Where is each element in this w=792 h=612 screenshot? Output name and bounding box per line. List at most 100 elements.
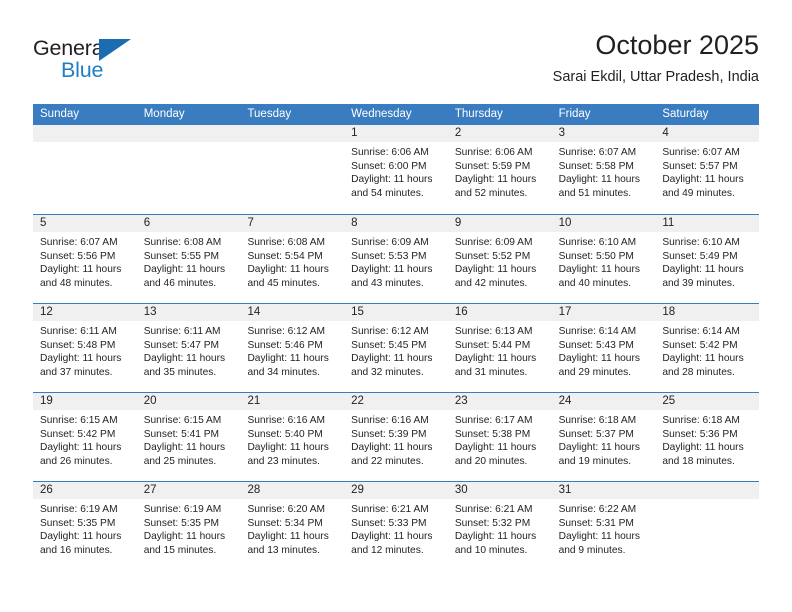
daylight-text-line2: and 37 minutes. [40, 366, 113, 378]
day-number: 25 [655, 393, 760, 410]
day-number: 19 [33, 393, 137, 410]
day-details: Sunrise: 6:08 AM Sunset: 5:55 PM Daylight:… [137, 232, 241, 290]
sunrise-text: Sunrise: 6:22 AM [558, 504, 637, 515]
sunset-text: Sunset: 5:36 PM [662, 428, 738, 440]
sunrise-text: Sunrise: 6:10 AM [662, 237, 740, 248]
sunrise-text: Sunrise: 6:08 AM [143, 237, 222, 248]
calendar-weeks: 1 Sunrise: 6:06 AM Sunset: 6:00 PM Daylight… [33, 125, 760, 570]
general-blue-logo[interactable]: General Blue [33, 32, 223, 90]
calendar-day-cell[interactable]: 28 Sunrise: 6:20 AM Sunset: 5:34 PM Dayligh… [240, 482, 345, 570]
calendar-day-cell[interactable]: 26 Sunrise: 6:19 AM Sunset: 5:35 PM Dayligh… [33, 482, 137, 570]
calendar-day-cell[interactable]: 29 Sunrise: 6:21 AM Sunset: 5:33 PM Dayligh… [344, 482, 448, 570]
sunrise-text: Sunrise: 6:15 AM [143, 415, 222, 426]
calendar-day-cell[interactable]: 11 Sunrise: 6:10 AM Sunset: 5:49 PM Dayligh… [655, 215, 760, 303]
daylight-text-line2: and 35 minutes. [143, 366, 217, 378]
day-details: Sunrise: 6:06 AM Sunset: 5:59 PM Daylight:… [448, 142, 552, 200]
sunrise-text: Sunrise: 6:16 AM [247, 415, 326, 426]
page-header: General Blue October 2025 Sarai Ekdil, U… [33, 28, 759, 98]
daylight-text-line2: and 51 minutes. [558, 187, 632, 199]
sunset-text: Sunset: 5:47 PM [143, 339, 220, 351]
calendar-day-cell[interactable]: 4 Sunrise: 6:07 AM Sunset: 5:57 PM Daylight… [655, 125, 760, 214]
weekday-header-sunday: Sunday [40, 108, 80, 120]
daylight-text-line2: and 48 minutes. [40, 277, 113, 289]
page-subtitle: Sarai Ekdil, Uttar Pradesh, India [552, 69, 759, 85]
sunset-text: Sunset: 5:35 PM [143, 517, 220, 529]
day-number: 7 [240, 215, 345, 232]
daylight-text-line2: and 32 minutes. [351, 366, 424, 378]
calendar-week-row: 19 Sunrise: 6:15 AM Sunset: 5:42 PM Dayligh… [33, 392, 760, 481]
daylight-text-line2: and 29 minutes. [558, 366, 632, 378]
calendar-day-cell[interactable]: 30 Sunrise: 6:21 AM Sunset: 5:32 PM Dayligh… [447, 482, 552, 570]
weekday-header-row: Sunday Monday Tuesday Wednesday Thursday Frid… [33, 104, 759, 125]
calendar-day-cell[interactable]: 8 Sunrise: 6:09 AM Sunset: 5:53 PM Daylight… [344, 215, 448, 303]
calendar-day-cell[interactable]: 23 Sunrise: 6:17 AM Sunset: 5:38 PM Dayligh… [447, 393, 552, 481]
day-details: Sunrise: 6:08 AM Sunset: 5:54 PM Daylight:… [240, 232, 344, 290]
daylight-text-line2: and 15 minutes. [143, 544, 217, 556]
calendar-day-cell[interactable]: 16 Sunrise: 6:13 AM Sunset: 5:44 PM Dayligh… [447, 304, 552, 392]
daylight-text-line1: Daylight: 11 hours [454, 264, 537, 276]
daylight-text-line2: and 28 minutes. [662, 366, 735, 378]
daylight-text-line1: Daylight: 11 hours [143, 442, 226, 454]
calendar-day-cell[interactable]: 14 Sunrise: 6:12 AM Sunset: 5:46 PM Dayligh… [240, 304, 345, 392]
calendar-day-cell[interactable]: 31 Sunrise: 6:22 AM Sunset: 5:31 PM Dayligh… [551, 482, 656, 570]
daylight-text-line1: Daylight: 11 hours [454, 531, 537, 543]
day-number: 16 [447, 304, 552, 321]
calendar-day-cell[interactable]: 2 Sunrise: 6:06 AM Sunset: 5:59 PM Daylight… [447, 125, 552, 214]
day-details: Sunrise: 6:16 AM Sunset: 5:40 PM Daylight:… [240, 410, 344, 468]
sunrise-text: Sunrise: 6:07 AM [40, 237, 118, 248]
day-details: Sunrise: 6:07 AM Sunset: 5:57 PM Daylight:… [655, 142, 759, 200]
calendar-week-row: 1 Sunrise: 6:06 AM Sunset: 6:00 PM Daylight… [33, 125, 760, 214]
calendar-day-cell[interactable]: 25 Sunrise: 6:18 AM Sunset: 5:36 PM Dayligh… [655, 393, 760, 481]
calendar-day-cell[interactable]: 19 Sunrise: 6:15 AM Sunset: 5:42 PM Dayligh… [33, 393, 137, 481]
calendar-day-cell[interactable]: 13 Sunrise: 6:11 AM Sunset: 5:47 PM Dayligh… [136, 304, 241, 392]
daylight-text-line2: and 43 minutes. [351, 277, 424, 289]
day-details: Sunrise: 6:18 AM Sunset: 5:36 PM Daylight:… [655, 410, 759, 468]
calendar-day-cell[interactable]: 24 Sunrise: 6:18 AM Sunset: 5:37 PM Dayligh… [551, 393, 656, 481]
calendar-day-cell[interactable]: 9 Sunrise: 6:09 AM Sunset: 5:52 PM Daylight… [447, 215, 552, 303]
calendar-day-cell[interactable]: 7 Sunrise: 6:08 AM Sunset: 5:54 PM Daylight… [240, 215, 345, 303]
calendar-day-cell[interactable]: 15 Sunrise: 6:12 AM Sunset: 5:45 PM Dayligh… [344, 304, 448, 392]
sunrise-text: Sunrise: 6:19 AM [40, 504, 118, 515]
sunset-text: Sunset: 5:53 PM [351, 250, 427, 262]
sunrise-text: Sunrise: 6:20 AM [247, 504, 326, 515]
weekday-header-saturday: Saturday [662, 108, 709, 120]
daylight-text-line1: Daylight: 11 hours [40, 353, 122, 365]
calendar-day-cell[interactable]: 17 Sunrise: 6:14 AM Sunset: 5:43 PM Dayligh… [551, 304, 656, 392]
calendar-day-cell[interactable]: 20 Sunrise: 6:15 AM Sunset: 5:41 PM Dayligh… [136, 393, 241, 481]
sunrise-text: Sunrise: 6:18 AM [558, 415, 637, 426]
sunset-text: Sunset: 5:44 PM [454, 339, 531, 351]
calendar-day-cell[interactable]: 5 Sunrise: 6:07 AM Sunset: 5:56 PM Daylight… [33, 215, 137, 303]
sunrise-text: Sunrise: 6:07 AM [662, 147, 740, 158]
calendar-day-cell[interactable]: 1 Sunrise: 6:06 AM Sunset: 6:00 PM Daylight… [344, 125, 448, 214]
page-title: October 2025 [595, 30, 759, 60]
calendar-day-cell[interactable]: 6 Sunrise: 6:08 AM Sunset: 5:55 PM Daylight… [136, 215, 241, 303]
sunset-text: Sunset: 5:35 PM [40, 517, 116, 529]
daylight-text-line1: Daylight: 11 hours [662, 353, 744, 365]
day-details: Sunrise: 6:21 AM Sunset: 5:32 PM Daylight:… [448, 499, 552, 557]
day-details: Sunrise: 6:18 AM Sunset: 5:37 PM Daylight:… [552, 410, 656, 468]
day-number: 20 [136, 393, 241, 410]
daylight-text-line2: and 31 minutes. [454, 366, 528, 378]
day-number: 4 [655, 125, 760, 142]
day-details: Sunrise: 6:11 AM Sunset: 5:47 PM Daylight:… [137, 321, 241, 379]
calendar-grid: Sunday Monday Tuesday Wednesday Thursday Frid… [33, 104, 760, 570]
daylight-text-line2: and 22 minutes. [351, 455, 424, 467]
day-number: 31 [551, 482, 656, 499]
day-number: 27 [136, 482, 241, 499]
day-number [33, 125, 137, 142]
calendar-day-cell[interactable]: 22 Sunrise: 6:16 AM Sunset: 5:39 PM Dayligh… [344, 393, 448, 481]
day-number: 30 [447, 482, 552, 499]
day-number: 14 [240, 304, 345, 321]
daylight-text-line1: Daylight: 11 hours [40, 264, 122, 276]
calendar-day-cell[interactable]: 27 Sunrise: 6:19 AM Sunset: 5:35 PM Dayligh… [136, 482, 241, 570]
calendar-day-cell[interactable]: 12 Sunrise: 6:11 AM Sunset: 5:48 PM Dayligh… [33, 304, 137, 392]
daylight-text-line1: Daylight: 11 hours [558, 531, 640, 543]
calendar-day-cell[interactable]: 3 Sunrise: 6:07 AM Sunset: 5:58 PM Daylight… [551, 125, 656, 214]
daylight-text-line2: and 23 minutes. [247, 455, 320, 467]
calendar-day-cell[interactable]: 21 Sunrise: 6:16 AM Sunset: 5:40 PM Dayligh… [240, 393, 345, 481]
calendar-day-cell[interactable]: 18 Sunrise: 6:14 AM Sunset: 5:42 PM Dayligh… [655, 304, 760, 392]
sunset-text: Sunset: 5:49 PM [662, 250, 738, 262]
sunset-text: Sunset: 5:43 PM [558, 339, 634, 351]
calendar-day-cell[interactable]: 10 Sunrise: 6:10 AM Sunset: 5:50 PM Dayligh… [551, 215, 656, 303]
daylight-text-line1: Daylight: 11 hours [247, 531, 329, 543]
